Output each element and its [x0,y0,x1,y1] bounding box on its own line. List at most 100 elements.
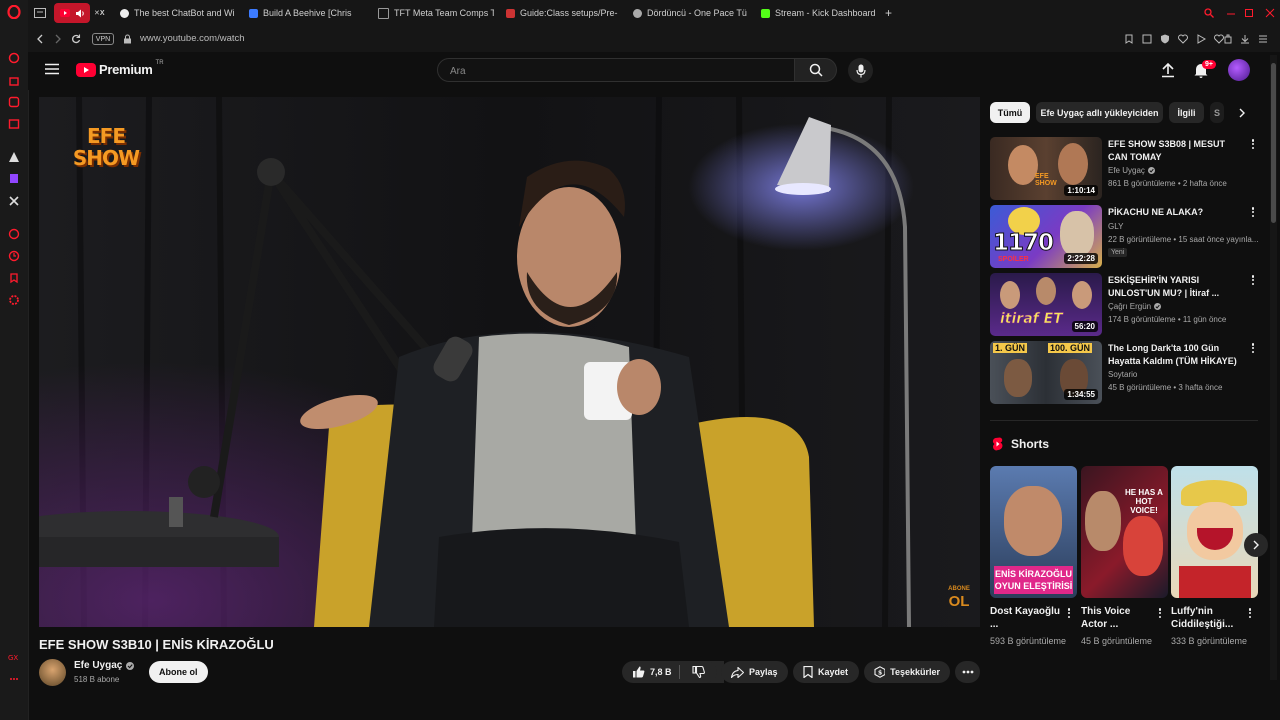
search-button[interactable] [795,58,837,82]
more-options-button[interactable] [1065,608,1073,622]
page-scrollbar[interactable] [1270,55,1277,680]
short-item[interactable]: HE HAS A HOT VOICE! This Voice Actor ...… [1081,466,1168,648]
video-thumbnail[interactable]: 1170 SPOİLER 2:22:28 [990,205,1102,268]
pinboard-icon[interactable] [7,271,21,285]
youtube-premium-logo[interactable]: Premium TR [76,60,164,77]
short-item[interactable]: Luffy'nin Ciddileştiği... 333 B görüntül… [1171,466,1258,648]
extensions-icon[interactable] [1221,32,1235,46]
recommendation-item[interactable]: 1170 SPOİLER 2:22:28 PİKACHU NE ALAKA? G… [990,205,1260,269]
short-thumbnail[interactable]: ENİS KİRAZOĞLU OYUN ELEŞTİRİSİ [990,466,1077,598]
channel-row[interactable]: Çağrı Ergün [1108,302,1162,311]
tab-beehive[interactable]: Build A Beehive [Chris [249,3,363,23]
aria-icon[interactable] [7,51,21,65]
more-options-button[interactable] [1249,275,1257,289]
gx-icon[interactable]: GX [7,650,21,664]
thanks-button[interactable]: $ Teşekkürler [864,661,950,683]
guide-menu-button[interactable] [45,63,59,75]
video-thumbnail[interactable]: 1. GÜN 100. GÜN 1:34:55 [990,341,1102,404]
channel-name[interactable]: Efe Uygaç [1108,166,1145,175]
maximize-button[interactable] [1244,3,1256,23]
channel-name[interactable]: Soytario [1108,370,1137,379]
more-actions-button[interactable] [955,661,980,683]
upload-button[interactable] [1160,62,1176,78]
url-field[interactable]: www.youtube.com/watch [140,33,245,44]
chip-from-uploader[interactable]: Efe Uygaç adlı yükleyiciden [1036,102,1163,123]
subscribe-button[interactable]: Abone ol [149,661,208,683]
new-tab-button[interactable]: + [885,3,897,23]
screen-icon[interactable] [1140,32,1154,46]
more-options-button[interactable] [1249,139,1257,153]
video-title[interactable]: ESKİŞEHİR'İN YARISI UNLOST'UN MU? | İtir… [1108,274,1246,300]
channel-name[interactable]: GLY [1108,222,1123,231]
short-item[interactable]: ENİS KİRAZOĞLU OYUN ELEŞTİRİSİ Dost Kaya… [990,466,1077,648]
workspaces-icon[interactable] [7,95,21,109]
channel-name[interactable]: Efe Uygaç [74,660,122,671]
reload-button[interactable] [69,32,83,46]
short-thumbnail[interactable] [1171,466,1258,598]
more-options-button[interactable] [1246,608,1254,622]
tab-youtube-active[interactable] [54,3,90,23]
video-title[interactable]: PİKACHU NE ALAKA? [1108,206,1246,219]
aria-sidebar-icon[interactable] [7,150,21,164]
tab-kick[interactable]: Stream - Kick Dashboard [761,3,881,23]
player-icon[interactable] [7,227,21,241]
chip-partial[interactable]: S [1210,102,1224,123]
bag-icon[interactable] [7,73,21,87]
account-avatar[interactable] [1228,59,1250,81]
messenger-icon[interactable] [7,117,21,131]
download-icon[interactable] [1238,32,1252,46]
easy-setup-icon[interactable] [1256,32,1270,46]
short-thumbnail[interactable]: HE HAS A HOT VOICE! [1081,466,1168,598]
tab-guide[interactable]: Guide:Class setups/Pre- [506,3,620,23]
channel-row[interactable]: Efe Uygaç [1108,166,1155,175]
opera-logo-icon[interactable] [7,5,21,19]
tab-tft[interactable]: TFT Meta Team Comps T [378,3,494,23]
x-twitter-icon[interactable] [7,194,21,208]
minimize-button[interactable] [1226,3,1238,23]
more-options-button[interactable] [1249,207,1257,221]
short-title[interactable]: Dost Kayaoğlu ... [990,605,1060,631]
channel-name-row[interactable]: Efe Uygaç [74,660,135,671]
video-thumbnail[interactable]: EFE SHOW 1:10:14 [990,137,1102,200]
search-tabs-button[interactable] [1204,3,1216,23]
heart-outline-icon[interactable] [1176,32,1190,46]
chips-next-button[interactable] [1230,104,1254,122]
forward-button[interactable] [51,32,65,46]
short-title[interactable]: This Voice Actor ... [1081,605,1151,631]
scrollbar-thumb[interactable] [1271,63,1276,223]
chip-all[interactable]: Tümü [990,102,1030,123]
channel-name[interactable]: Çağrı Ergün [1108,302,1151,311]
search-input[interactable] [448,59,782,83]
play-outline-icon[interactable] [1194,32,1208,46]
twitch-icon[interactable] [7,172,21,186]
shield-icon[interactable] [1158,32,1172,46]
history-icon[interactable] [7,249,21,263]
tab-x[interactable]: ✕X [94,3,110,23]
lock-icon[interactable] [120,32,134,46]
recommendation-item[interactable]: 1. GÜN 100. GÜN 1:34:55 The Long Dark'ta… [990,341,1260,405]
voice-search-button[interactable] [848,58,873,83]
close-window-button[interactable] [1265,3,1277,23]
more-options-button[interactable] [1249,343,1257,357]
dislike-button[interactable] [680,661,717,683]
recommendation-item[interactable]: EFE SHOW 1:10:14 EFE SHOW S3B08 | MESUT C… [990,137,1260,201]
snapshot-icon[interactable] [1122,32,1136,46]
channel-avatar[interactable] [39,659,66,686]
video-title[interactable]: EFE SHOW S3B08 | MESUT CAN TOMAY [1108,138,1246,164]
tab-sidebar-toggle[interactable] [34,3,48,23]
chip-related[interactable]: İlgili [1169,102,1204,123]
tab-chatbot[interactable]: The best ChatBot and Wi [120,3,234,23]
video-title[interactable]: The Long Dark'ta 100 Gün Hayatta Kaldım … [1108,342,1246,368]
video-thumbnail[interactable]: itiraf ET 56:20 [990,273,1102,336]
more-dots-icon[interactable] [7,672,21,686]
settings-gear-icon[interactable] [7,293,21,307]
video-player[interactable]: EFE SHOW ABONE OL [39,97,980,627]
back-button[interactable] [33,32,47,46]
tab-onepace[interactable]: Dördüncü - One Pace Tü [633,3,749,23]
shorts-next-button[interactable] [1244,533,1268,557]
subscribe-watermark[interactable]: ABONE OL [945,584,973,609]
share-button[interactable]: Paylaş [721,661,788,683]
save-button[interactable]: Kaydet [793,661,859,683]
short-title[interactable]: Luffy'nin Ciddileştiği... [1171,605,1241,631]
more-options-button[interactable] [1156,608,1164,622]
